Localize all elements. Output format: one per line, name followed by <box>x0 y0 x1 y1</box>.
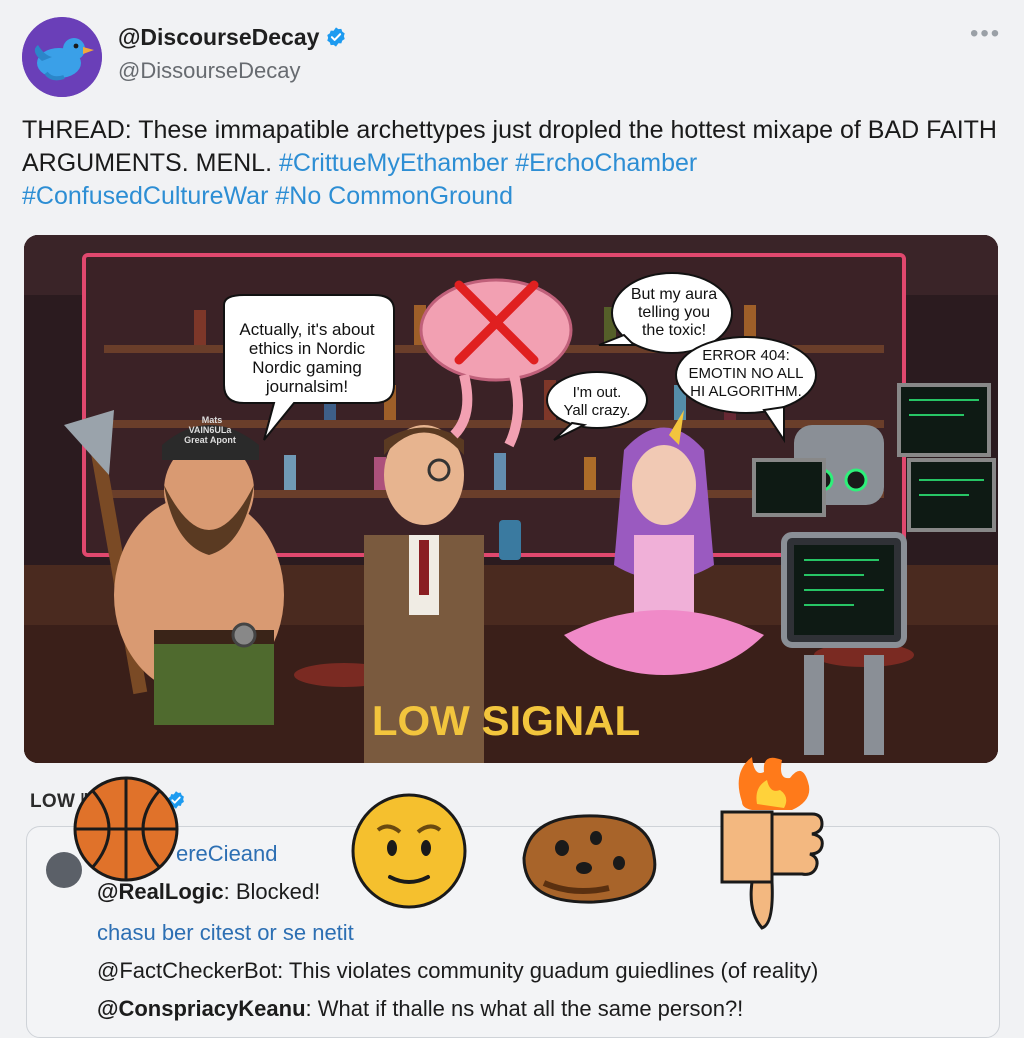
basketball-icon[interactable] <box>72 775 180 883</box>
bubble-gentleman-line-1: I'm out. <box>573 384 622 401</box>
bubble-robot-line-2: EMOTIN NO ALL <box>688 365 803 382</box>
reply-text: : Blocked! <box>223 879 321 904</box>
reply-user[interactable]: @ConspriacyKeanu <box>97 996 306 1021</box>
cartoon-bar-scene: Mats VAIN6ULa Great Apont Actually, it's… <box>24 235 998 763</box>
tweet-body: THREAD: These immapatible archettypes ju… <box>22 116 997 177</box>
tweet-image[interactable]: Mats VAIN6ULa Great Apont Actually, it's… <box>24 235 998 763</box>
worried-face-icon[interactable] <box>350 792 468 910</box>
reply-user[interactable]: @FactCheckerBot <box>97 958 277 983</box>
bubble-unicorn-line-1: But my aura <box>631 286 717 303</box>
reply-text: chasu ber citest or se netit <box>97 920 354 945</box>
bubble-robot-line-1: ERROR 404: <box>702 347 790 364</box>
author-display-name[interactable]: @DiscourseDecay <box>118 24 347 51</box>
bubble-robot-line-3: HI ALGORITHM. <box>690 383 802 400</box>
reply-item: @FactCheckerBot: This violates community… <box>97 958 818 984</box>
image-caption: LOW SIGNAL <box>372 697 640 744</box>
hashtag-link[interactable]: #No CommonGround <box>275 182 513 210</box>
bird-icon <box>22 17 102 97</box>
verified-badge-icon <box>327 27 346 47</box>
hashtag-link[interactable]: #ConfusedCultureWar <box>22 182 268 210</box>
bubble-barbarian-line-3: Nordic gaming <box>252 358 362 377</box>
hat-text-2: VAIN6ULa <box>189 425 233 435</box>
hashtag-link[interactable]: #CrittueMyEthamber <box>279 149 508 177</box>
reply-text: : This violates community guadum guiedli… <box>277 958 819 983</box>
reply-item: chasu ber citest or se netit <box>97 920 354 946</box>
bubble-gentleman-line-2: Yall crazy. <box>564 402 631 419</box>
bubble-barbarian-line-2: ethics in Nordic <box>249 339 366 358</box>
burnt-cookie-icon[interactable] <box>514 808 664 908</box>
reply-text: : What if thalle ns what all the same pe… <box>305 996 744 1021</box>
bubble-barbarian-line-4: journalsim! <box>265 377 348 396</box>
hashtag-link[interactable]: #ErchoChamber <box>515 149 697 177</box>
bubble-unicorn-line-2: telling you <box>638 304 710 321</box>
reply-item: @ConspriacyKeanu: What if thalle ns what… <box>97 996 743 1022</box>
bubble-barbarian-line-1: Actually, it's about <box>239 320 374 339</box>
display-name-text: @DiscourseDecay <box>118 24 320 50</box>
hat-text-3: Great Apont <box>184 435 236 445</box>
bubble-unicorn-line-3: the toxic! <box>642 322 706 339</box>
flaming-thumbs-down-icon[interactable] <box>712 752 832 932</box>
more-options-icon[interactable]: ••• <box>970 20 1001 48</box>
author-handle[interactable]: @DissourseDecay <box>118 58 301 84</box>
tweet-text: THREAD: These immapatible archettypes ju… <box>22 114 1002 213</box>
hat-text-1: Mats <box>202 415 223 425</box>
author-avatar[interactable] <box>22 17 102 97</box>
quoted-handle[interactable]: ereCieand <box>176 841 278 867</box>
